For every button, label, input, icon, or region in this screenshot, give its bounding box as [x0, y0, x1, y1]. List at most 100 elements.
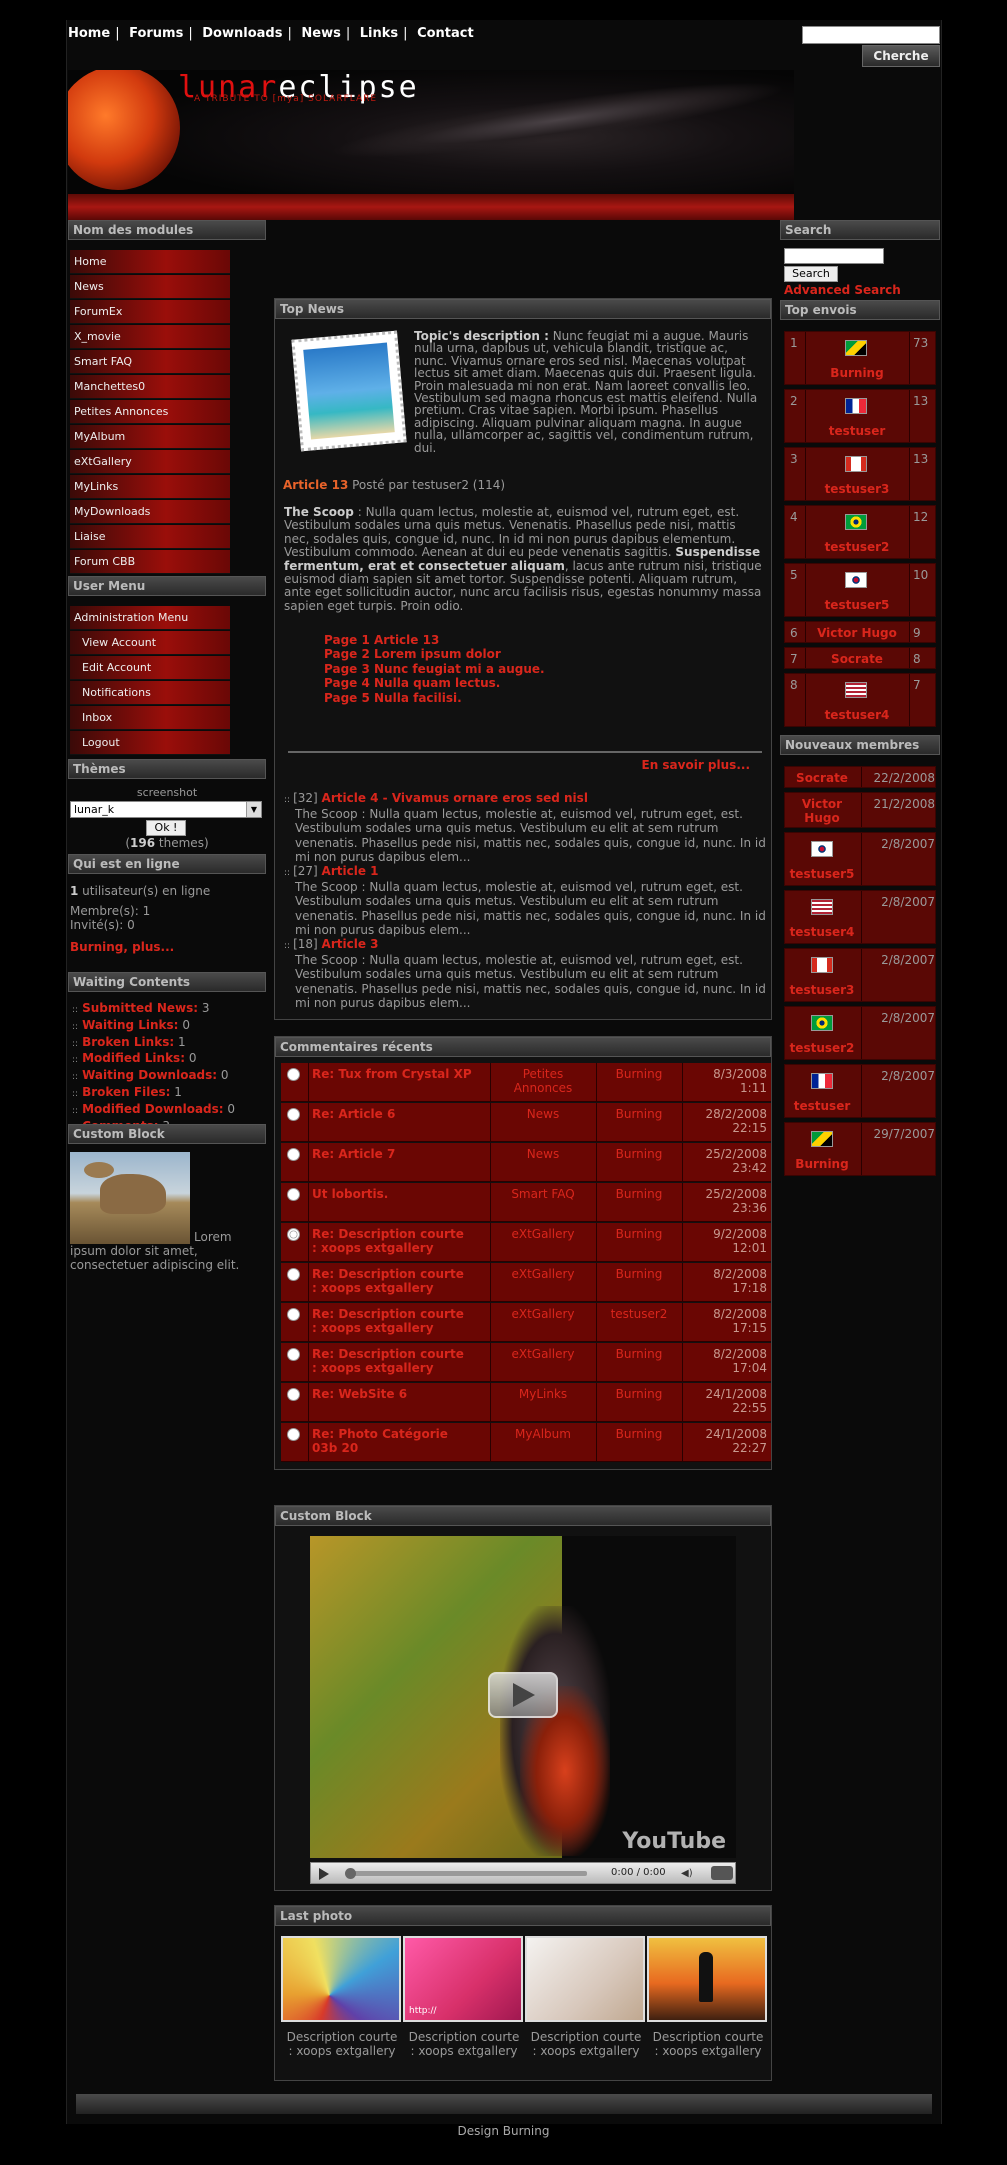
waiting-label[interactable]: Waiting Downloads: — [82, 1068, 217, 1082]
page-link-3[interactable]: Page 3 Nunc feugiat mi a augue. — [324, 662, 724, 676]
user-menu-notifications[interactable]: Notifications — [70, 681, 230, 705]
gallery-photo[interactable]: http:// — [403, 1936, 523, 2022]
video-player[interactable]: YouTube — [310, 1536, 736, 1858]
module-item-home[interactable]: Home — [70, 250, 230, 274]
comment-user[interactable]: Burning — [599, 1387, 679, 1401]
new-member-name[interactable]: Burning — [785, 1157, 859, 1171]
comment-user[interactable]: testuser2 — [599, 1307, 679, 1321]
top-poster-name[interactable]: testuser4 — [807, 708, 907, 722]
other-news-title[interactable]: Article 4 - Vivamus ornare eros sed nisl — [322, 791, 588, 805]
top-poster-name[interactable]: testuser3 — [807, 482, 907, 496]
top-poster-name[interactable]: Burning — [807, 366, 907, 380]
comment-module[interactable]: MyAlbum — [493, 1427, 593, 1441]
comment-user[interactable]: Burning — [599, 1067, 679, 1081]
other-news-title[interactable]: Article 1 — [322, 864, 379, 878]
module-item-forumex[interactable]: ForumEx — [70, 300, 230, 324]
waiting-label[interactable]: Waiting Links: — [82, 1018, 178, 1032]
new-member-name[interactable]: testuser4 — [785, 925, 859, 939]
user-menu-inbox[interactable]: Inbox — [70, 706, 230, 730]
nav-news[interactable]: News — [301, 26, 340, 41]
video-progress-handle[interactable] — [345, 1868, 356, 1879]
comment-title[interactable]: Re: Description courte : xoops extgaller… — [312, 1227, 472, 1255]
play-icon[interactable] — [319, 1868, 329, 1880]
new-member-name[interactable]: testuser2 — [785, 1041, 859, 1055]
advanced-search-link[interactable]: Advanced Search — [784, 283, 901, 297]
top-poster-name[interactable]: testuser2 — [807, 540, 907, 554]
comment-module[interactable]: eXtGallery — [493, 1227, 593, 1241]
waiting-label[interactable]: Modified Links: — [82, 1051, 185, 1065]
read-more-link[interactable]: En savoir plus... — [560, 758, 751, 772]
comment-user[interactable]: Burning — [599, 1427, 679, 1441]
module-item-myalbum[interactable]: MyAlbum — [70, 425, 230, 449]
comment-title[interactable]: Re: Description courte : xoops extgaller… — [312, 1347, 472, 1375]
waiting-label[interactable]: Broken Links: — [82, 1035, 174, 1049]
search-button[interactable]: Search — [784, 266, 838, 282]
page-link-4[interactable]: Page 4 Nulla quam lectus. — [324, 676, 724, 690]
nav-downloads[interactable]: Downloads — [202, 26, 282, 41]
comment-user[interactable]: Burning — [599, 1227, 679, 1241]
comment-user[interactable]: Burning — [599, 1267, 679, 1281]
new-member-name[interactable]: Victor Hugo — [785, 797, 859, 825]
comment-module[interactable]: Smart FAQ — [493, 1187, 593, 1201]
user-menu-view-account[interactable]: View Account — [70, 631, 230, 655]
online-more-link[interactable]: Burning, plus... — [70, 940, 264, 954]
module-item-x-movie[interactable]: X_movie — [70, 325, 230, 349]
top-poster-name[interactable]: testuser5 — [807, 598, 907, 612]
article-title-link[interactable]: Article 13 — [283, 478, 348, 492]
comment-module[interactable]: News — [493, 1147, 593, 1161]
page-link-5[interactable]: Page 5 Nulla facilisi. — [324, 691, 724, 705]
comment-user[interactable]: Burning — [599, 1107, 679, 1121]
top-poster-name[interactable]: testuser — [807, 424, 907, 438]
search-input[interactable] — [784, 248, 884, 264]
gallery-photo[interactable] — [281, 1936, 401, 2022]
module-item-manchettes0[interactable]: Manchettes0 — [70, 375, 230, 399]
fullscreen-icon[interactable] — [711, 1866, 733, 1880]
nav-forums[interactable]: Forums — [129, 26, 183, 41]
other-news-title[interactable]: Article 3 — [322, 937, 379, 951]
new-member-name[interactable]: Socrate — [785, 771, 859, 785]
comment-title[interactable]: Re: WebSite 6 — [312, 1387, 472, 1401]
top-search-input[interactable] — [802, 26, 940, 44]
user-menu-administration-menu[interactable]: Administration Menu — [70, 606, 230, 630]
module-item-mylinks[interactable]: MyLinks — [70, 475, 230, 499]
comment-title[interactable]: Re: Tux from Crystal XP — [312, 1067, 472, 1081]
comment-user[interactable]: Burning — [599, 1187, 679, 1201]
gallery-photo[interactable] — [647, 1936, 767, 2022]
gallery-photo[interactable] — [525, 1936, 645, 2022]
new-member-name[interactable]: testuser5 — [785, 867, 859, 881]
new-member-name[interactable]: testuser — [785, 1099, 859, 1113]
module-item-mydownloads[interactable]: MyDownloads — [70, 500, 230, 524]
comment-module[interactable]: Petites Annonces — [493, 1067, 593, 1095]
module-item-news[interactable]: News — [70, 275, 230, 299]
comment-user[interactable]: Burning — [599, 1347, 679, 1361]
comment-title[interactable]: Re: Article 6 — [312, 1107, 472, 1121]
user-menu-edit-account[interactable]: Edit Account — [70, 656, 230, 680]
comment-title[interactable]: Re: Description courte : xoops extgaller… — [312, 1307, 472, 1335]
comment-title[interactable]: Ut lobortis. — [312, 1187, 472, 1201]
new-member-name[interactable]: testuser3 — [785, 983, 859, 997]
comment-title[interactable]: Re: Photo Catégorie 03b 20 — [312, 1427, 472, 1455]
page-link-1[interactable]: Page 1 Article 13 — [324, 633, 724, 647]
top-poster-name[interactable]: Victor Hugo — [807, 626, 907, 640]
nav-links[interactable]: Links — [360, 26, 398, 41]
volume-icon[interactable]: ◀) — [681, 1868, 693, 1879]
module-item-extgallery[interactable]: eXtGallery — [70, 450, 230, 474]
nav-home[interactable]: Home — [68, 26, 110, 41]
comment-title[interactable]: Re: Description courte : xoops extgaller… — [312, 1267, 472, 1295]
comment-user[interactable]: Burning — [599, 1147, 679, 1161]
page-link-2[interactable]: Page 2 Lorem ipsum dolor — [324, 647, 724, 661]
video-progress-bar[interactable] — [347, 1871, 587, 1876]
comment-module[interactable]: eXtGallery — [493, 1347, 593, 1361]
comment-module[interactable]: MyLinks — [493, 1387, 593, 1401]
waiting-label[interactable]: Broken Files: — [82, 1085, 170, 1099]
top-search-button[interactable]: Cherche — [862, 45, 940, 67]
waiting-label[interactable]: Submitted News: — [82, 1001, 198, 1015]
top-poster-name[interactable]: Socrate — [807, 652, 907, 666]
module-item-petites-annonces[interactable]: Petites Annonces — [70, 400, 230, 424]
comment-module[interactable]: News — [493, 1107, 593, 1121]
theme-select[interactable]: lunar_k ▼ — [70, 801, 262, 818]
user-menu-logout[interactable]: Logout — [70, 731, 230, 755]
module-item-liaise[interactable]: Liaise — [70, 525, 230, 549]
theme-ok-button[interactable]: Ok ! — [146, 820, 186, 836]
nav-contact[interactable]: Contact — [417, 26, 474, 41]
